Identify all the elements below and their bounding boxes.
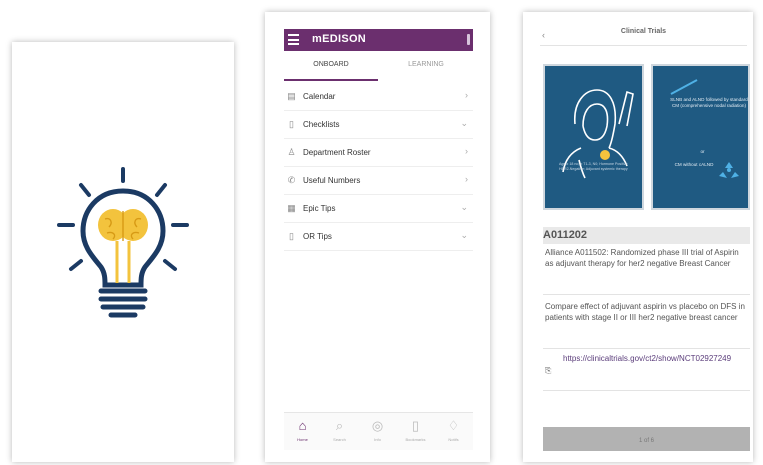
- menu-item-useful-numbers[interactable]: ✆ Useful Numbers ›: [284, 167, 473, 195]
- menu-item-label: Department Roster: [303, 148, 371, 157]
- menu-item-department-roster[interactable]: ♙ Department Roster ›: [284, 139, 473, 167]
- treatment-graphics: [670, 79, 739, 178]
- chevron-right-icon: ›: [465, 174, 468, 184]
- menu-item-label: Useful Numbers: [303, 176, 361, 185]
- treatment-alt-text: CM without cALND: [674, 162, 714, 167]
- onboard-screen: mEDISON ONBOARD LEARNING ▤ Calendar › ▯ …: [265, 12, 490, 462]
- nav-bookmarks[interactable]: ▯ Bookmarks: [397, 413, 434, 451]
- screen-header: ‹ Clinical Trials: [540, 28, 747, 46]
- phone-icon: ✆: [287, 175, 296, 185]
- link-icon: ⎘: [545, 366, 552, 375]
- divider: [543, 348, 750, 349]
- hamburger-icon[interactable]: [288, 34, 299, 45]
- nav-label: Info: [374, 437, 381, 442]
- treatment-card[interactable]: SLNB and ALND followed by standard CM (c…: [651, 64, 750, 210]
- bookmark-icon: ▯: [411, 418, 420, 433]
- nav-label: Bookmarks: [405, 437, 426, 442]
- chevron-down-icon: ⌄: [460, 202, 468, 212]
- app-title: mEDISON: [312, 33, 367, 45]
- tab-onboard[interactable]: ONBOARD: [284, 53, 378, 81]
- menu-item-label: OR Tips: [303, 232, 332, 241]
- pager: 1 of 6: [543, 427, 750, 451]
- nav-notifications[interactable]: ♢ Notifs: [435, 413, 472, 451]
- nav-info[interactable]: ◎ Info: [359, 413, 396, 451]
- home-icon: ⌂: [298, 418, 307, 433]
- menu-item-epic-tips[interactable]: ▦ Epic Tips ⌄: [284, 195, 473, 223]
- trial-objective: Compare effect of adjuvant aspirin vs pl…: [545, 302, 745, 322]
- nav-home[interactable]: ⌂ Home: [284, 413, 321, 451]
- menu-item-or-tips[interactable]: ▯ OR Tips ⌄: [284, 223, 473, 251]
- menu-list: ▤ Calendar › ▯ Checklists ⌄ ♙ Department…: [284, 83, 473, 251]
- info-icon: ◎: [371, 418, 384, 433]
- menu-item-label: Epic Tips: [303, 204, 336, 213]
- calendar-icon: ▤: [287, 91, 296, 101]
- divider: [543, 294, 750, 295]
- screenshot-collage: mEDISON ONBOARD LEARNING ▤ Calendar › ▯ …: [0, 0, 763, 465]
- app-bar: mEDISON: [284, 29, 473, 51]
- notification-icon: ♢: [447, 418, 460, 433]
- document-icon: ▦: [287, 203, 296, 213]
- search-icon: ⌕: [335, 418, 344, 433]
- lightbulb-brain-icon: [57, 167, 189, 318]
- nav-label: Search: [333, 437, 346, 442]
- divider: [543, 390, 750, 391]
- nav-label: Notifs: [448, 437, 459, 442]
- menu-item-label: Calendar: [303, 92, 336, 101]
- screen-title: Clinical Trials: [620, 28, 667, 35]
- chevron-right-icon: ›: [465, 146, 468, 156]
- book-icon: ▯: [289, 231, 294, 241]
- more-icon[interactable]: [467, 34, 470, 45]
- trial-id: A011202: [543, 229, 588, 241]
- nav-search[interactable]: ⌕ Search: [321, 413, 358, 451]
- trial-id-bar: A011202: [543, 227, 750, 244]
- menu-item-label: Checklists: [303, 120, 340, 129]
- trial-detail-screen: ‹ Clinical Trials Age ≥ 18 no; ≥ T1-3, N…: [523, 12, 753, 462]
- menu-item-checklists[interactable]: ▯ Checklists ⌄: [284, 111, 473, 139]
- bottom-nav: ⌂ Home ⌕ Search ◎ Info ▯ Bookmarks ♢ Not…: [284, 412, 473, 450]
- treatment-text: SLNB and ALND followed by standard CM (c…: [670, 97, 748, 109]
- menu-item-calendar[interactable]: ▤ Calendar ›: [284, 83, 473, 111]
- patient-illustration: [562, 89, 634, 179]
- eligibility-card[interactable]: Age ≥ 18 no; ≥ T1-3, N0; Hormone Positiv…: [543, 64, 644, 210]
- eligibility-text: Age ≥ 18 no; ≥ T1-3, N0; Hormone Positiv…: [559, 162, 628, 171]
- chevron-right-icon: ›: [465, 90, 468, 100]
- tab-learning[interactable]: LEARNING: [379, 53, 473, 81]
- nav-label: Home: [297, 437, 308, 442]
- tab-bar: ONBOARD LEARNING: [284, 53, 473, 81]
- trial-description: Alliance A011502: Randomized phase III t…: [545, 248, 739, 268]
- splash-screen: [12, 42, 234, 462]
- trial-link[interactable]: https://clinicaltrials.gov/ct2/show/NCT0…: [563, 354, 733, 364]
- treatment-or: or: [700, 149, 705, 154]
- chevron-down-icon: ⌄: [460, 230, 468, 240]
- checklist-icon: ▯: [289, 119, 294, 129]
- chevron-down-icon: ⌄: [460, 118, 468, 128]
- person-icon: ♙: [287, 147, 296, 157]
